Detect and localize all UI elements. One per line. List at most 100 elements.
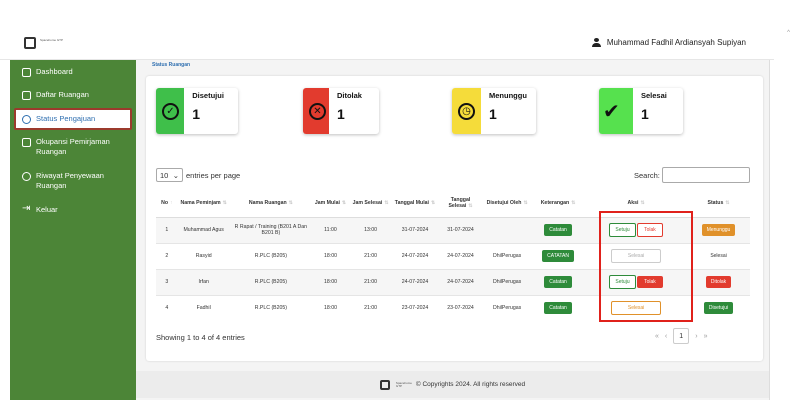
cell-tgl-mulai: 24-07-2024 bbox=[392, 268, 438, 295]
stat-value: 1 bbox=[640, 106, 649, 122]
scrollbar[interactable] bbox=[774, 28, 794, 400]
column-header[interactable]: Disetujui Oleh ⇅ bbox=[483, 190, 531, 218]
sidebar-item-label: Status Pengajuan bbox=[36, 114, 96, 123]
sidebar-item-dashboard[interactable]: Dashboard bbox=[10, 67, 136, 77]
cell-no: 1 bbox=[156, 216, 178, 243]
tolak-button[interactable]: Tolak bbox=[637, 223, 663, 237]
copyright-text: © Copyrights 2024. All rights reserved bbox=[415, 381, 526, 388]
pagination: « ‹ 1 › » bbox=[655, 328, 708, 344]
entries-label: entries per page bbox=[186, 170, 241, 180]
cell-nama: Fadhil bbox=[177, 294, 230, 321]
search-control: Search: bbox=[634, 167, 750, 183]
stat-icon-box: ✔ bbox=[599, 88, 633, 134]
sidebar-item-riwayat[interactable]: Riwayat Penyewaan Ruangan bbox=[10, 171, 136, 191]
data-table: No ↑ Nama Peminjam ⇅ Nama Ruangan ⇅ Jam Mul… bbox=[156, 190, 750, 321]
app-logo-icon bbox=[24, 37, 36, 49]
current-page-button[interactable]: 1 bbox=[673, 328, 690, 344]
logout-icon bbox=[22, 204, 31, 215]
sort-icon: ⇅ bbox=[384, 200, 389, 207]
chevron-down-icon: ⌄ bbox=[172, 171, 179, 180]
stat-value: 1 bbox=[336, 106, 345, 122]
catatan-button[interactable]: CATATAN bbox=[542, 250, 574, 262]
cell-disetujui: DhilPerugas bbox=[483, 242, 531, 269]
column-header[interactable]: No ↑ bbox=[156, 190, 178, 218]
table-row: 1 Muhammad Agus R Rapat / Training (B201… bbox=[156, 216, 750, 243]
stat-label: Ditolak bbox=[336, 91, 362, 100]
app-logo-icon bbox=[379, 379, 390, 390]
cell-jam-mulai: 18:00 bbox=[312, 242, 349, 269]
status-badge: Selesai bbox=[710, 253, 727, 259]
catatan-button[interactable]: Catatan bbox=[544, 224, 572, 236]
sidebar-item-label: Riwayat Penyewaan Ruangan bbox=[36, 171, 104, 190]
clock-icon: ◷ bbox=[458, 103, 475, 120]
cell-nama: Irfan bbox=[177, 268, 230, 295]
cell-disetujui: DhilPerugas bbox=[483, 268, 531, 295]
cell-tgl-mulai: 31-07-2024 bbox=[392, 216, 438, 243]
column-header[interactable]: Jam Selesai ⇅ bbox=[348, 190, 393, 218]
column-header[interactable]: Keterangan ⇅ bbox=[530, 190, 586, 218]
setuju-button[interactable]: Setuju bbox=[609, 223, 636, 237]
app-logo-text: Spacehome GTP bbox=[40, 38, 64, 42]
column-header[interactable]: Status ⇅ bbox=[687, 190, 750, 218]
scroll-up-arrow-icon[interactable]: ^ bbox=[787, 30, 790, 36]
sort-icon: ⇅ bbox=[341, 200, 347, 207]
search-input[interactable] bbox=[661, 167, 750, 183]
stat-card-disetujui: ✓ Disetujui 1 bbox=[156, 88, 238, 134]
cell-no: 4 bbox=[156, 294, 178, 321]
sidebar-item-label: Dashboard bbox=[36, 67, 73, 76]
cell-jam-mulai: 18:00 bbox=[312, 294, 349, 321]
sort-icon: ⇅ bbox=[523, 200, 528, 207]
sidebar-item-okupansi[interactable]: Okupansi Pemirjaman Ruangan bbox=[10, 137, 136, 157]
cell-tgl-selesai: 24-07-2024 bbox=[437, 268, 484, 295]
showing-info: Showing 1 to 4 of 4 entries bbox=[156, 333, 245, 342]
cell-ruangan: R Rapat / Training (B201 A Dan B201 B) bbox=[229, 216, 313, 243]
column-header[interactable]: Tanggal Mulai ⇅ bbox=[392, 190, 438, 218]
sidebar-item-status-pengajuan[interactable]: Status Pengajuan bbox=[14, 108, 132, 130]
cell-nama: Muhammad Agus bbox=[177, 216, 230, 243]
stat-icon-box: ◷ bbox=[452, 88, 481, 134]
table-row: 2 Rasyid R.PLC (B205) 18:00 21:00 24-07-… bbox=[156, 242, 750, 269]
table-row: 3 Irfan R.PLC (B205) 18:00 21:00 24-07-2… bbox=[156, 268, 750, 295]
sort-icon: ⇅ bbox=[640, 200, 645, 207]
status-badge: Disetujui bbox=[703, 302, 734, 315]
column-header[interactable]: Nama Ruangan ⇅ bbox=[229, 190, 313, 218]
stat-label: Menunggu bbox=[489, 91, 527, 100]
cell-jam-mulai: 11:00 bbox=[312, 216, 349, 243]
sidebar-item-label: Keluar bbox=[36, 205, 58, 214]
catatan-button[interactable]: Catatan bbox=[544, 302, 572, 315]
column-header[interactable]: Aksi ⇅ bbox=[585, 190, 688, 218]
selesai-button[interactable]: Selesai bbox=[610, 301, 662, 316]
stat-value: 1 bbox=[489, 106, 497, 122]
setuju-button[interactable]: Setuju bbox=[609, 275, 636, 289]
cell-jam-selesai: 21:00 bbox=[348, 242, 393, 269]
next-page-button[interactable]: › bbox=[695, 333, 697, 340]
column-header[interactable]: Nama Peminjam ⇅ bbox=[177, 190, 230, 218]
user-menu[interactable]: Muhammad Fadhil Ardiansyah Supiyan bbox=[591, 38, 746, 47]
cell-tgl-selesai: 24-07-2024 bbox=[437, 242, 484, 269]
tolak-button[interactable]: Tolak bbox=[637, 276, 663, 288]
check-circle-icon: ✓ bbox=[162, 103, 179, 120]
cell-ruangan: R.PLC (B205) bbox=[229, 268, 313, 295]
footer-logo-text: Spacehome GTP bbox=[395, 380, 412, 388]
sort-icon: ⇅ bbox=[571, 200, 576, 207]
catatan-button[interactable]: Catatan bbox=[544, 276, 572, 288]
sort-icon: ⇅ bbox=[222, 200, 227, 207]
cell-disetujui bbox=[483, 216, 531, 243]
top-navbar: Spacehome GTP Muhammad Fadhil Ardiansyah… bbox=[0, 28, 774, 60]
cell-jam-selesai: 21:00 bbox=[348, 294, 393, 321]
last-page-button[interactable]: » bbox=[704, 333, 708, 340]
column-header[interactable]: Tanggal Selesai ⇅ bbox=[437, 190, 484, 218]
dashboard-icon bbox=[22, 68, 31, 77]
prev-page-button[interactable]: ‹ bbox=[665, 333, 667, 340]
table-header-row: No ↑ Nama Peminjam ⇅ Nama Ruangan ⇅ Jam Mul… bbox=[156, 190, 750, 218]
sidebar-item-daftar-ruangan[interactable]: Daftar Ruangan bbox=[10, 90, 136, 100]
column-header[interactable]: Jam Mulai ⇅ bbox=[312, 190, 349, 218]
first-page-button[interactable]: « bbox=[655, 333, 659, 340]
selesai-button[interactable]: Selesai bbox=[610, 249, 662, 263]
cell-jam-selesai: 13:00 bbox=[348, 216, 393, 243]
sidebar-item-keluar[interactable]: Keluar bbox=[10, 204, 136, 215]
stat-label: Selesai bbox=[640, 91, 667, 100]
cell-ruangan: R.PLC (B205) bbox=[229, 294, 313, 321]
cell-no: 2 bbox=[156, 242, 178, 269]
entries-select[interactable]: 10 ⌄ bbox=[156, 168, 183, 182]
